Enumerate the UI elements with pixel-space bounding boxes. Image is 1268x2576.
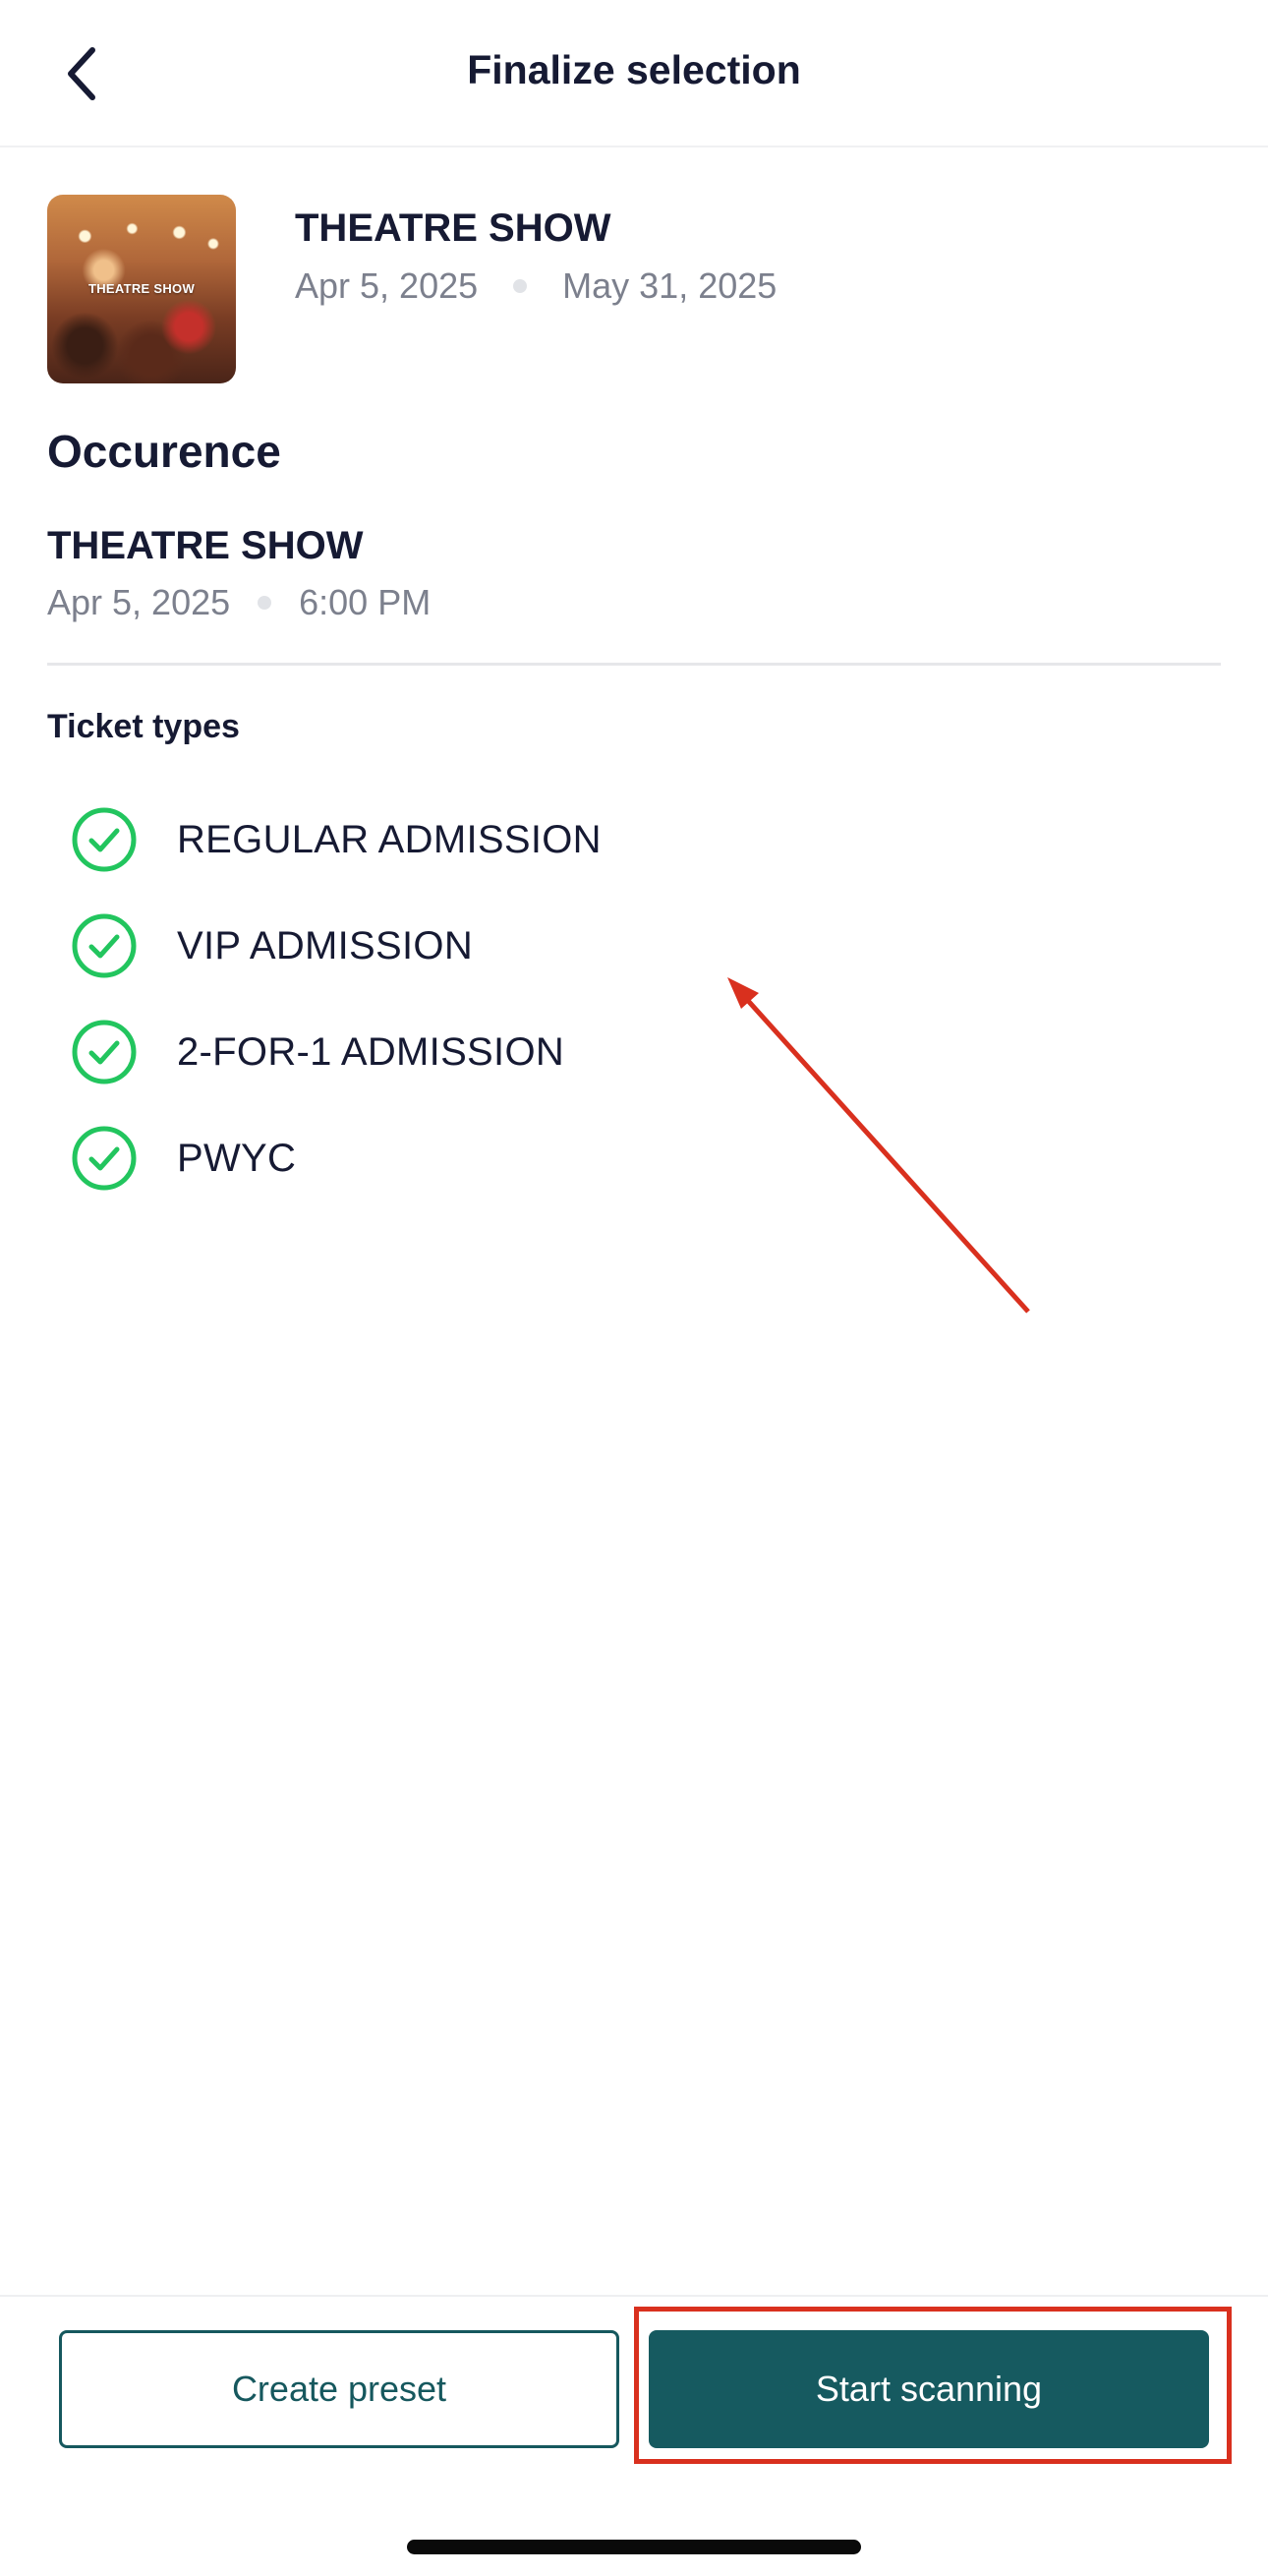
ticket-type-item[interactable]: PWYC: [71, 1105, 602, 1211]
ticket-type-item[interactable]: VIP ADMISSION: [71, 893, 602, 999]
section-divider: [47, 663, 1221, 666]
event-title: THEATRE SHOW: [295, 206, 611, 250]
separator-dot: [258, 596, 272, 610]
occurrence-datetime: Apr 5, 2025 6:00 PM: [47, 582, 431, 623]
ticket-type-label: REGULAR ADMISSION: [177, 817, 602, 861]
page-title: Finalize selection: [467, 47, 801, 92]
thumbnail-caption: THEATRE SHOW: [87, 281, 196, 296]
ticket-type-item[interactable]: REGULAR ADMISSION: [71, 787, 602, 893]
occurrence-title: THEATRE SHOW: [47, 524, 364, 567]
event-thumbnail: THEATRE SHOW: [47, 195, 236, 383]
ticket-type-label: 2-FOR-1 ADMISSION: [177, 1029, 565, 1074]
ticket-type-list: REGULAR ADMISSION VIP ADMISSION 2-FOR-1 …: [71, 787, 602, 1211]
event-end-date: May 31, 2025: [562, 265, 778, 306]
create-preset-button[interactable]: Create preset: [59, 2330, 619, 2448]
home-indicator: [407, 2540, 861, 2554]
check-circle-icon: [72, 807, 137, 872]
header-bar: Finalize selection: [0, 0, 1268, 147]
ticket-type-label: PWYC: [177, 1136, 297, 1180]
event-start-date: Apr 5, 2025: [295, 265, 479, 306]
check-circle-icon: [72, 913, 137, 978]
start-scanning-button[interactable]: Start scanning: [649, 2330, 1209, 2448]
ticket-types-heading: Ticket types: [47, 708, 240, 745]
occurrence-time: 6:00 PM: [299, 582, 432, 622]
ticket-type-label: VIP ADMISSION: [177, 923, 474, 967]
occurrence-heading: Occurence: [47, 426, 281, 477]
separator-dot: [513, 279, 528, 293]
footer-actions: Create preset Start scanning: [0, 2295, 1268, 2576]
annotation-arrow-icon: [727, 977, 1030, 1314]
occurrence-date: Apr 5, 2025: [47, 582, 231, 622]
check-circle-icon: [72, 1020, 137, 1084]
ticket-type-item[interactable]: 2-FOR-1 ADMISSION: [71, 999, 602, 1105]
event-date-range: Apr 5, 2025 May 31, 2025: [295, 265, 777, 307]
check-circle-icon: [72, 1126, 137, 1191]
finalize-selection-screen: Finalize selection THEATRE SHOW THEATRE …: [0, 0, 1268, 2576]
